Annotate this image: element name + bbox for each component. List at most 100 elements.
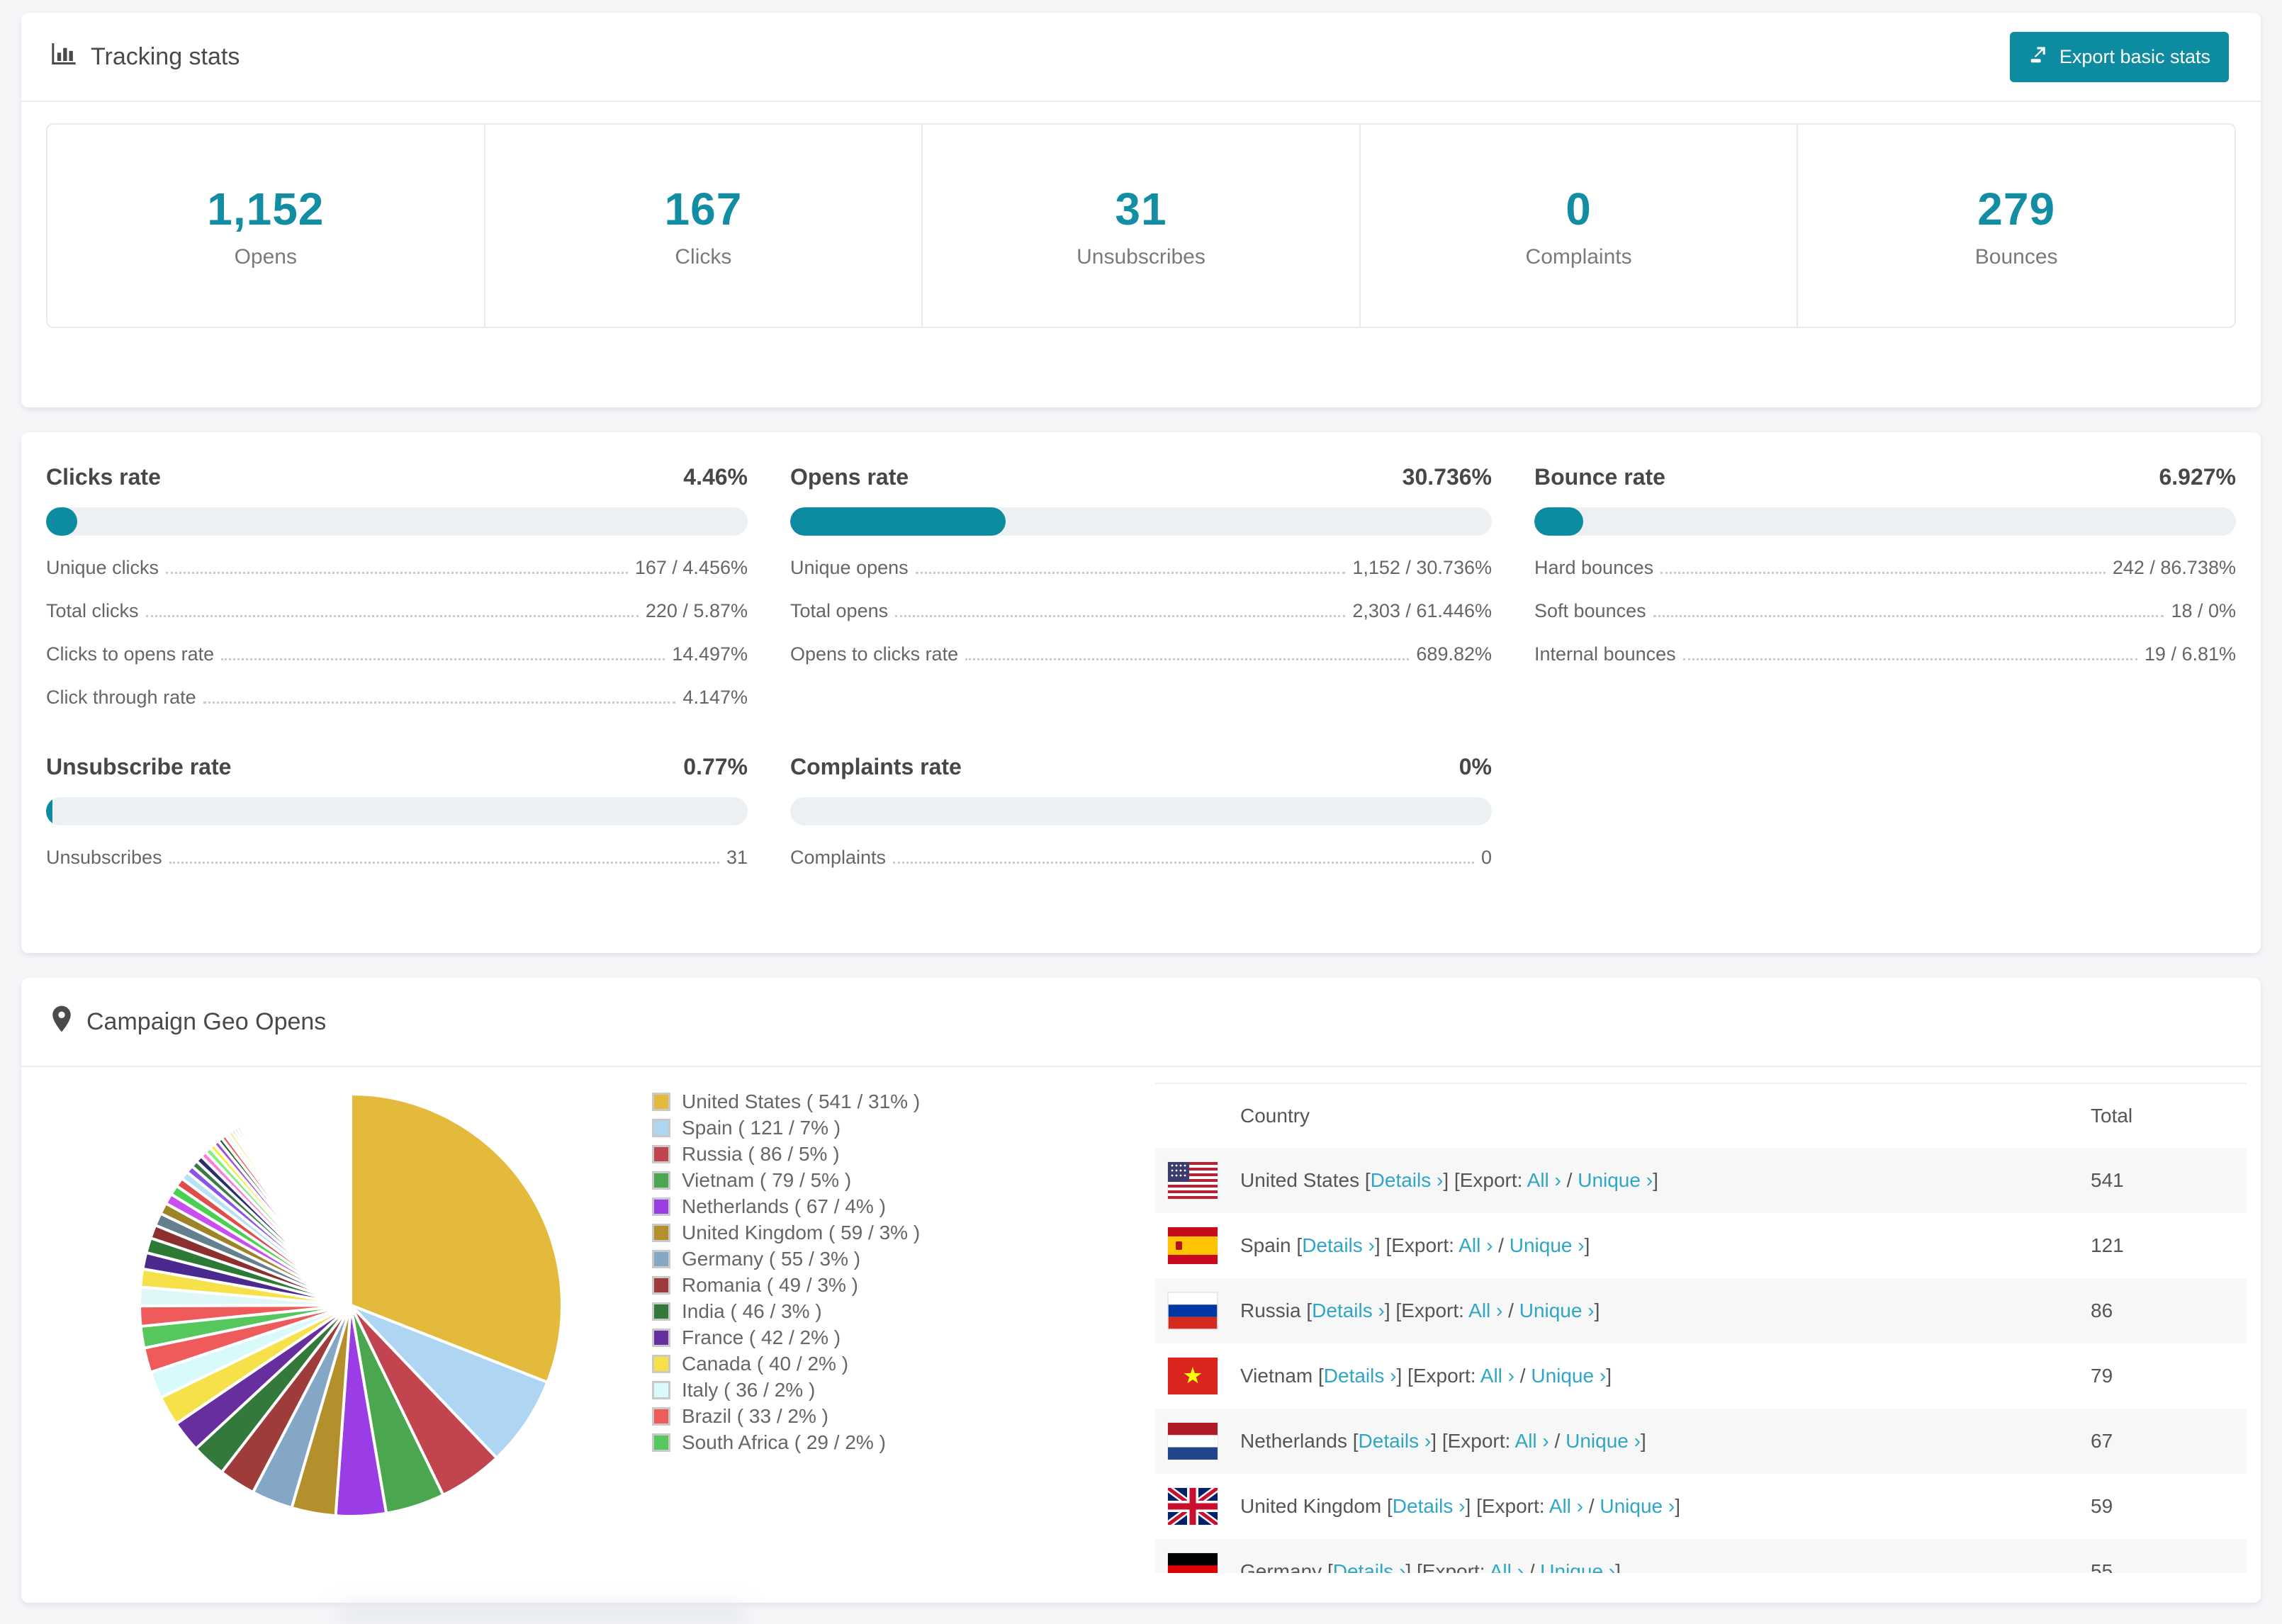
rate-detail-rows: Unique opens 1,152 / 30.736% Total opens 2,… [790,557,1492,665]
rate-value: 0.77% [683,754,748,779]
legend-color-chip [652,1406,670,1426]
rate-value: 6.927% [2159,464,2236,490]
legend-item-india[interactable]: India ( 46 / 3% ) [652,1298,1091,1324]
rate-detail-rows: Unsubscribes 31 [46,847,748,869]
rate-progress-track [46,507,748,536]
export-all-link[interactable]: All › [1468,1299,1502,1321]
bracket: [ [1407,1365,1413,1387]
separator: / [1493,1234,1510,1256]
legend-label: Vietnam ( 79 / 5% ) [682,1168,852,1191]
legend-color-chip [652,1092,670,1111]
bracket: [ [1454,1169,1460,1191]
legend-label: France ( 42 / 2% ) [682,1326,841,1348]
country-name: United Kingdom [1240,1495,1388,1517]
export-unique-link[interactable]: Unique › [1540,1560,1615,1573]
legend-item-spain[interactable]: Spain ( 121 / 7% ) [652,1115,1091,1141]
rate-row-clicks-to-opens-rate: Clicks to opens rate 14.497% [46,643,748,665]
bracket: [ [1352,1430,1359,1452]
details-link[interactable]: Details › [1312,1299,1385,1321]
details-link[interactable]: Details › [1371,1169,1444,1191]
export-unique-link[interactable]: Unique › [1600,1495,1675,1517]
legend-item-canada[interactable]: Canada ( 40 / 2% ) [652,1350,1091,1377]
legend-item-france[interactable]: France ( 42 / 2% ) [652,1324,1091,1350]
legend-color-chip [652,1302,670,1321]
export-basic-stats-button[interactable]: Export basic stats [2009,31,2229,82]
stat-label: Opens [234,244,297,269]
export-prefix: Export: [1401,1299,1469,1321]
rate-row-soft-bounces: Soft bounces 18 / 0% [1534,600,2236,622]
export-all-link[interactable]: All › [1527,1169,1561,1191]
legend-item-netherlands[interactable]: Netherlands ( 67 / 4% ) [652,1193,1091,1219]
bar-chart-icon [50,40,78,74]
rate-row-unique-opens: Unique opens 1,152 / 30.736% [790,557,1492,579]
total-cell: 86 [2091,1299,2113,1321]
export-unique-link[interactable]: Unique › [1566,1430,1641,1452]
legend-label: Russia ( 86 / 5% ) [682,1142,840,1165]
rate-detail-rows: Hard bounces 242 / 86.738% Soft bounces 18 … [1534,557,2236,665]
bracket: [ [1318,1365,1324,1387]
legend-item-united-states[interactable]: United States ( 541 / 31% ) [652,1088,1091,1115]
legend-item-romania[interactable]: Romania ( 49 / 3% ) [652,1272,1091,1298]
rate-detail-rows: Complaints 0 [790,847,1492,869]
export-unique-link[interactable]: Unique › [1510,1234,1585,1256]
bracket: ] [1615,1560,1621,1573]
rate-row-label: Total opens [790,600,889,621]
export-all-link[interactable]: All › [1480,1365,1514,1387]
flag-icon-gb [1166,1484,1220,1528]
separator: / [1561,1169,1578,1191]
column-header-total: Total [2091,1105,2133,1127]
export-all-link[interactable]: All › [1515,1430,1549,1452]
export-all-link[interactable]: All › [1490,1560,1524,1573]
dotted-leader [221,658,665,660]
legend-item-italy[interactable]: Italy ( 36 / 2% ) [652,1377,1091,1403]
table-header-row: Country Total [1155,1084,2247,1148]
details-link[interactable]: Details › [1302,1234,1375,1256]
total-cell: 67 [2091,1430,2113,1452]
export-unique-link[interactable]: Unique › [1578,1169,1653,1191]
legend-color-chip [652,1144,670,1163]
bracket: ] [1584,1234,1590,1256]
details-link[interactable]: Details › [1359,1430,1432,1452]
legend-label: Italy ( 36 / 2% ) [682,1378,816,1401]
flag-icon-de [1168,1553,1218,1573]
flag-icon-es [1168,1227,1218,1264]
bracket: ] [1606,1365,1612,1387]
legend-label: Germany ( 55 / 3% ) [682,1247,861,1270]
dotted-leader [965,658,1410,660]
legend-item-vietnam[interactable]: Vietnam ( 79 / 5% ) [652,1167,1091,1193]
rate-title: Bounce rate [1534,464,1665,490]
rate-row-value: 31 [726,847,748,868]
legend-label: Canada ( 40 / 2% ) [682,1352,849,1375]
export-all-link[interactable]: All › [1549,1495,1583,1517]
rate-row-click-through-rate: Click through rate 4.147% [46,687,748,709]
export-prefix: Export: [1412,1365,1480,1387]
bracket: ] [1374,1234,1386,1256]
rate-value: 4.46% [683,464,748,490]
legend-color-chip [652,1197,670,1216]
legend-item-brazil[interactable]: Brazil ( 33 / 2% ) [652,1403,1091,1429]
legend-label: India ( 46 / 3% ) [682,1299,822,1322]
bracket: ] [1594,1299,1600,1321]
details-link[interactable]: Details › [1393,1495,1466,1517]
rate-section-unsubscribe-rate: Unsubscribe rate 0.77% Unsubscribes 31 [46,754,748,869]
legend-item-russia[interactable]: Russia ( 86 / 5% ) [652,1141,1091,1167]
legend-item-south-africa[interactable]: South Africa ( 29 / 2% ) [652,1429,1091,1455]
legend-color-chip [652,1275,670,1295]
legend-item-germany[interactable]: Germany ( 55 / 3% ) [652,1246,1091,1272]
details-link[interactable]: Details › [1333,1560,1406,1573]
details-link[interactable]: Details › [1324,1365,1397,1387]
legend-color-chip [652,1433,670,1452]
export-unique-link[interactable]: Unique › [1531,1365,1606,1387]
legend-item-united-kingdom[interactable]: United Kingdom ( 59 / 3% ) [652,1219,1091,1246]
total-cell: 79 [2091,1365,2113,1387]
separator: / [1514,1365,1531,1387]
rate-value: 0% [1458,754,1492,779]
rate-section-bounce-rate: Bounce rate 6.927% Hard bounces 242 / 86.73… [1534,464,2236,709]
export-unique-link[interactable]: Unique › [1519,1299,1595,1321]
rate-progress-track [790,797,1492,825]
table-row-germany: Germany [Details ›] [Export: All › / Uni… [1155,1539,2247,1573]
legend-label: Brazil ( 33 / 2% ) [682,1404,828,1427]
flag-icon-us [1168,1162,1218,1199]
bracket: ] [1653,1169,1658,1191]
export-all-link[interactable]: All › [1458,1234,1493,1256]
